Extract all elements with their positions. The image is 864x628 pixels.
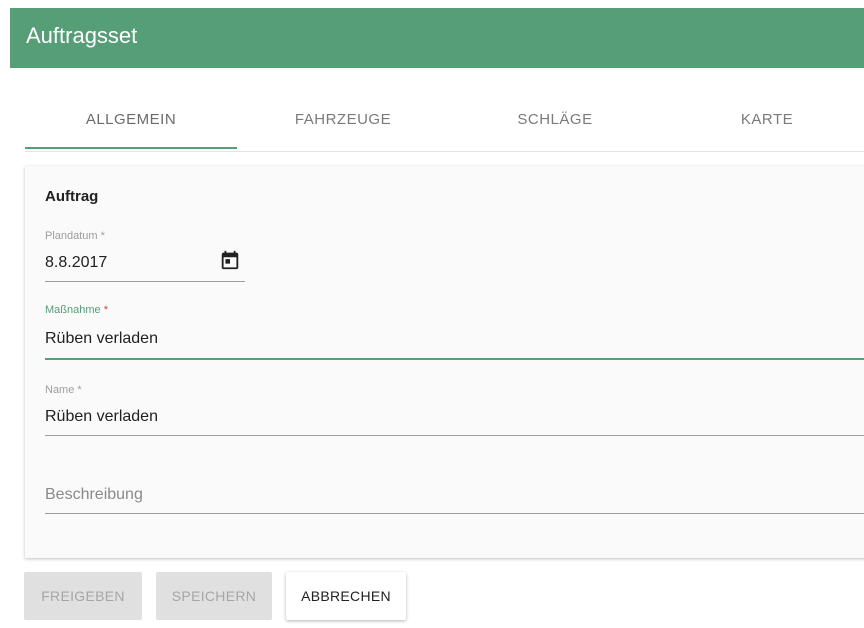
massnahme-underline [45, 358, 864, 360]
name-field[interactable]: Name * Rüben verladen [45, 382, 864, 438]
tab-allgemein[interactable]: ALLGEMEIN [25, 98, 237, 150]
tab-fahrzeuge[interactable]: FAHRZEUGE [237, 98, 449, 150]
speichern-button[interactable]: SPEICHERN [156, 572, 272, 620]
plandatum-underline [45, 281, 245, 282]
abbrechen-button[interactable]: ABBRECHEN [286, 572, 406, 620]
active-tab-indicator [25, 147, 237, 149]
plandatum-field[interactable]: Plandatum * 8.8.2017 [45, 228, 245, 284]
form-card: Auftrag Plandatum * 8.8.2017 Maßnahme * … [25, 166, 864, 558]
massnahme-value[interactable]: Rüben verladen [45, 330, 158, 348]
name-underline [45, 435, 864, 436]
calendar-icon[interactable] [219, 249, 241, 276]
beschreibung-placeholder[interactable]: Beschreibung [45, 486, 143, 504]
section-title: Auftrag [45, 188, 99, 205]
name-label: Name * [45, 384, 82, 396]
required-mark: * [103, 304, 108, 316]
tab-schlaege[interactable]: SCHLÄGE [449, 98, 661, 150]
massnahme-label: Maßnahme * [45, 304, 108, 316]
plandatum-value[interactable]: 8.8.2017 [45, 254, 107, 272]
massnahme-label-text: Maßnahme [45, 304, 101, 316]
freigeben-button[interactable]: FREIGEBEN [24, 572, 142, 620]
beschreibung-underline [45, 513, 864, 514]
app-header: Auftragsset [10, 8, 864, 68]
name-value[interactable]: Rüben verladen [45, 408, 158, 426]
tab-karte[interactable]: KARTE [661, 98, 864, 150]
massnahme-field[interactable]: Maßnahme * Rüben verladen [45, 302, 864, 362]
page-title: Auftragsset [26, 23, 138, 48]
tab-divider [25, 151, 864, 152]
tab-bar: ALLGEMEIN FAHRZEUGE SCHLÄGE KARTE [25, 98, 864, 152]
beschreibung-field[interactable]: Beschreibung [45, 466, 864, 516]
plandatum-label: Plandatum * [45, 230, 105, 242]
